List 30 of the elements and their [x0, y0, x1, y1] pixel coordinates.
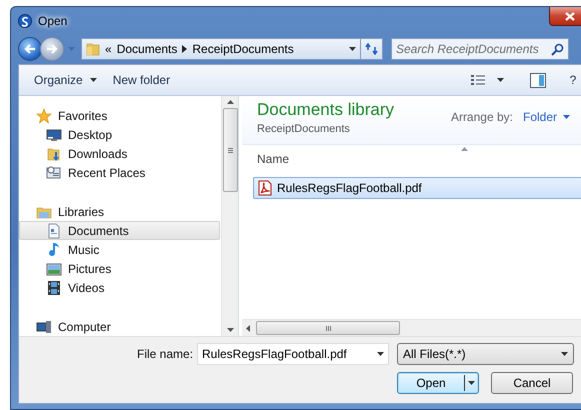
- sidebar-item[interactable]: Downloads: [19, 144, 220, 163]
- library-title: Documents library: [257, 100, 394, 120]
- sidebar-item[interactable]: Music: [19, 240, 220, 259]
- sidebar-item[interactable]: Pictures: [19, 259, 220, 278]
- sidebar-item[interactable]: Desktop: [19, 125, 220, 144]
- address-bar[interactable]: « Documents ReceiptDocuments: [81, 38, 361, 60]
- sidebar-item[interactable]: Recent Places: [19, 163, 220, 182]
- file-name-label: File name:: [137, 347, 194, 361]
- arrange-label: Arrange by:: [450, 110, 513, 124]
- sidebar-item[interactable]: Libraries: [19, 202, 220, 221]
- sidebar-item[interactable]: Computer: [19, 317, 220, 336]
- sidebar-item[interactable]: Documents: [19, 221, 220, 240]
- breadcrumb[interactable]: Documents: [116, 42, 178, 56]
- window-title: Open: [38, 14, 68, 28]
- open-split-button[interactable]: Open: [397, 372, 479, 394]
- column-header[interactable]: Name: [257, 152, 290, 166]
- file-item[interactable]: RulesRegsFlagFootball.pdf: [253, 177, 581, 199]
- search-field[interactable]: Search ReceiptDocuments: [391, 38, 569, 60]
- arrange-dropdown[interactable]: Folder: [522, 110, 570, 124]
- sidebar-item[interactable]: Favorites: [19, 106, 220, 125]
- file-type-dropdown[interactable]: All Files(*.*): [397, 343, 574, 365]
- dialog-button[interactable]: Cancel: [491, 372, 573, 394]
- file-name-field[interactable]: RulesRegsFlagFootball.pdf: [197, 343, 389, 365]
- help-button[interactable]: ?: [564, 71, 581, 89]
- library-subtitle: ReceiptDocuments: [257, 123, 351, 135]
- menu-button[interactable]: Organize: [28, 70, 103, 90]
- overflow-chevron[interactable]: «: [105, 42, 112, 56]
- breadcrumb[interactable]: ReceiptDocuments: [192, 42, 294, 56]
- toolbar-button[interactable]: New folder: [106, 70, 176, 90]
- sidebar-item[interactable]: Videos: [19, 278, 220, 297]
